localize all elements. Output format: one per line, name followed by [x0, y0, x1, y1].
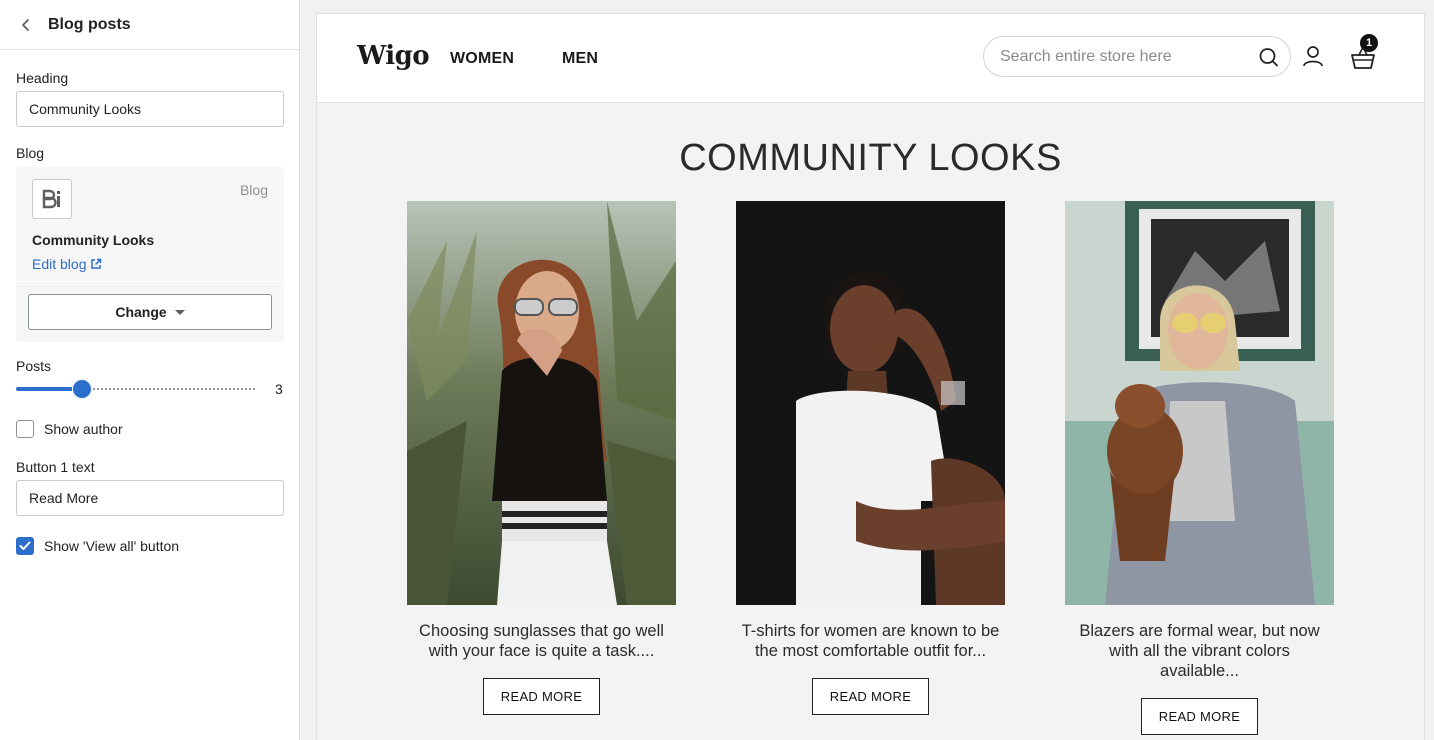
heading-label: Heading — [16, 70, 69, 86]
post-excerpt: Blazers are formal wear, but now with al… — [1079, 622, 1320, 680]
nav-men[interactable]: MEN — [562, 50, 598, 68]
slider-thumb[interactable] — [72, 379, 92, 399]
checkmark-icon — [19, 541, 31, 550]
caret-down-icon — [174, 310, 185, 315]
button-text-label: Button 1 text — [16, 459, 95, 475]
blog-label: Blog — [16, 145, 45, 161]
show-author-row: Show author — [16, 419, 283, 439]
posts-slider[interactable] — [16, 379, 256, 399]
show-author-label: Show author — [44, 421, 123, 437]
change-button-label: Change — [115, 304, 167, 320]
post-image-blazer[interactable] — [1065, 201, 1334, 605]
posts-label: Posts — [16, 358, 52, 374]
blog-post-card: Choosing sunglasses that go well with yo… — [407, 201, 676, 715]
store-header: Wigo WOMEN MEN 1 — [317, 14, 1424, 103]
edit-blog-label: Edit blog — [32, 256, 87, 272]
show-author-checkbox[interactable] — [16, 420, 34, 438]
search-bar — [983, 36, 1291, 77]
external-link-icon — [91, 258, 102, 269]
heading-input[interactable] — [16, 91, 284, 127]
store-preview: Wigo WOMEN MEN 1 COMMUNITY LOOKS — [316, 13, 1425, 740]
chevron-left-icon — [22, 18, 29, 31]
read-more-button[interactable]: READ MORE — [1141, 698, 1258, 735]
selected-blog-name: Community Looks — [32, 232, 155, 248]
post-photo-3 — [1065, 201, 1334, 605]
button-text-input[interactable] — [16, 480, 284, 516]
blog-post-icon — [42, 189, 60, 209]
posts-slider-row: 3 — [16, 377, 283, 401]
read-more-button[interactable]: READ MORE — [812, 678, 929, 715]
post-photo-2 — [736, 201, 1005, 605]
edit-blog-link[interactable]: Edit blog — [32, 256, 102, 272]
show-view-all-checkbox[interactable] — [16, 537, 34, 555]
back-button[interactable] — [16, 15, 36, 35]
nav-women[interactable]: WOMEN — [450, 50, 514, 68]
show-view-all-row: Show 'View all' button — [16, 536, 283, 556]
post-excerpt: T-shirts for women are known to be the m… — [741, 622, 1000, 660]
store-logo[interactable]: Wigo — [357, 41, 430, 71]
post-excerpt: Choosing sunglasses that go well with yo… — [419, 622, 664, 660]
show-view-all-label: Show 'View all' button — [44, 538, 180, 554]
blog-post-card: T-shirts for women are known to be the m… — [736, 201, 1005, 715]
search-icon[interactable] — [1258, 46, 1280, 68]
account-icon[interactable] — [1302, 45, 1324, 67]
post-image-sunglasses[interactable] — [407, 201, 676, 605]
panel-header: Blog posts — [0, 0, 299, 50]
section-heading: COMMUNITY LOOKS — [679, 137, 1062, 179]
blog-type-label: Blog — [239, 182, 268, 198]
post-photo-1 — [407, 201, 676, 605]
change-blog-button[interactable]: Change — [28, 294, 272, 330]
blog-thumbnail — [32, 179, 72, 219]
settings-panel: Blog posts Heading Blog — [0, 0, 300, 740]
post-image-tshirt[interactable] — [736, 201, 1005, 605]
search-input[interactable] — [1000, 47, 1258, 66]
read-more-button[interactable]: READ MORE — [483, 678, 600, 715]
cart-count-badge: 1 — [1360, 34, 1378, 52]
panel-title: Blog posts — [48, 15, 131, 33]
blog-post-card: Blazers are formal wear, but now with al… — [1065, 201, 1334, 735]
blog-picker-card: Blog Community Looks Edit blog Change — [16, 167, 284, 342]
posts-count-value: 3 — [275, 381, 283, 397]
